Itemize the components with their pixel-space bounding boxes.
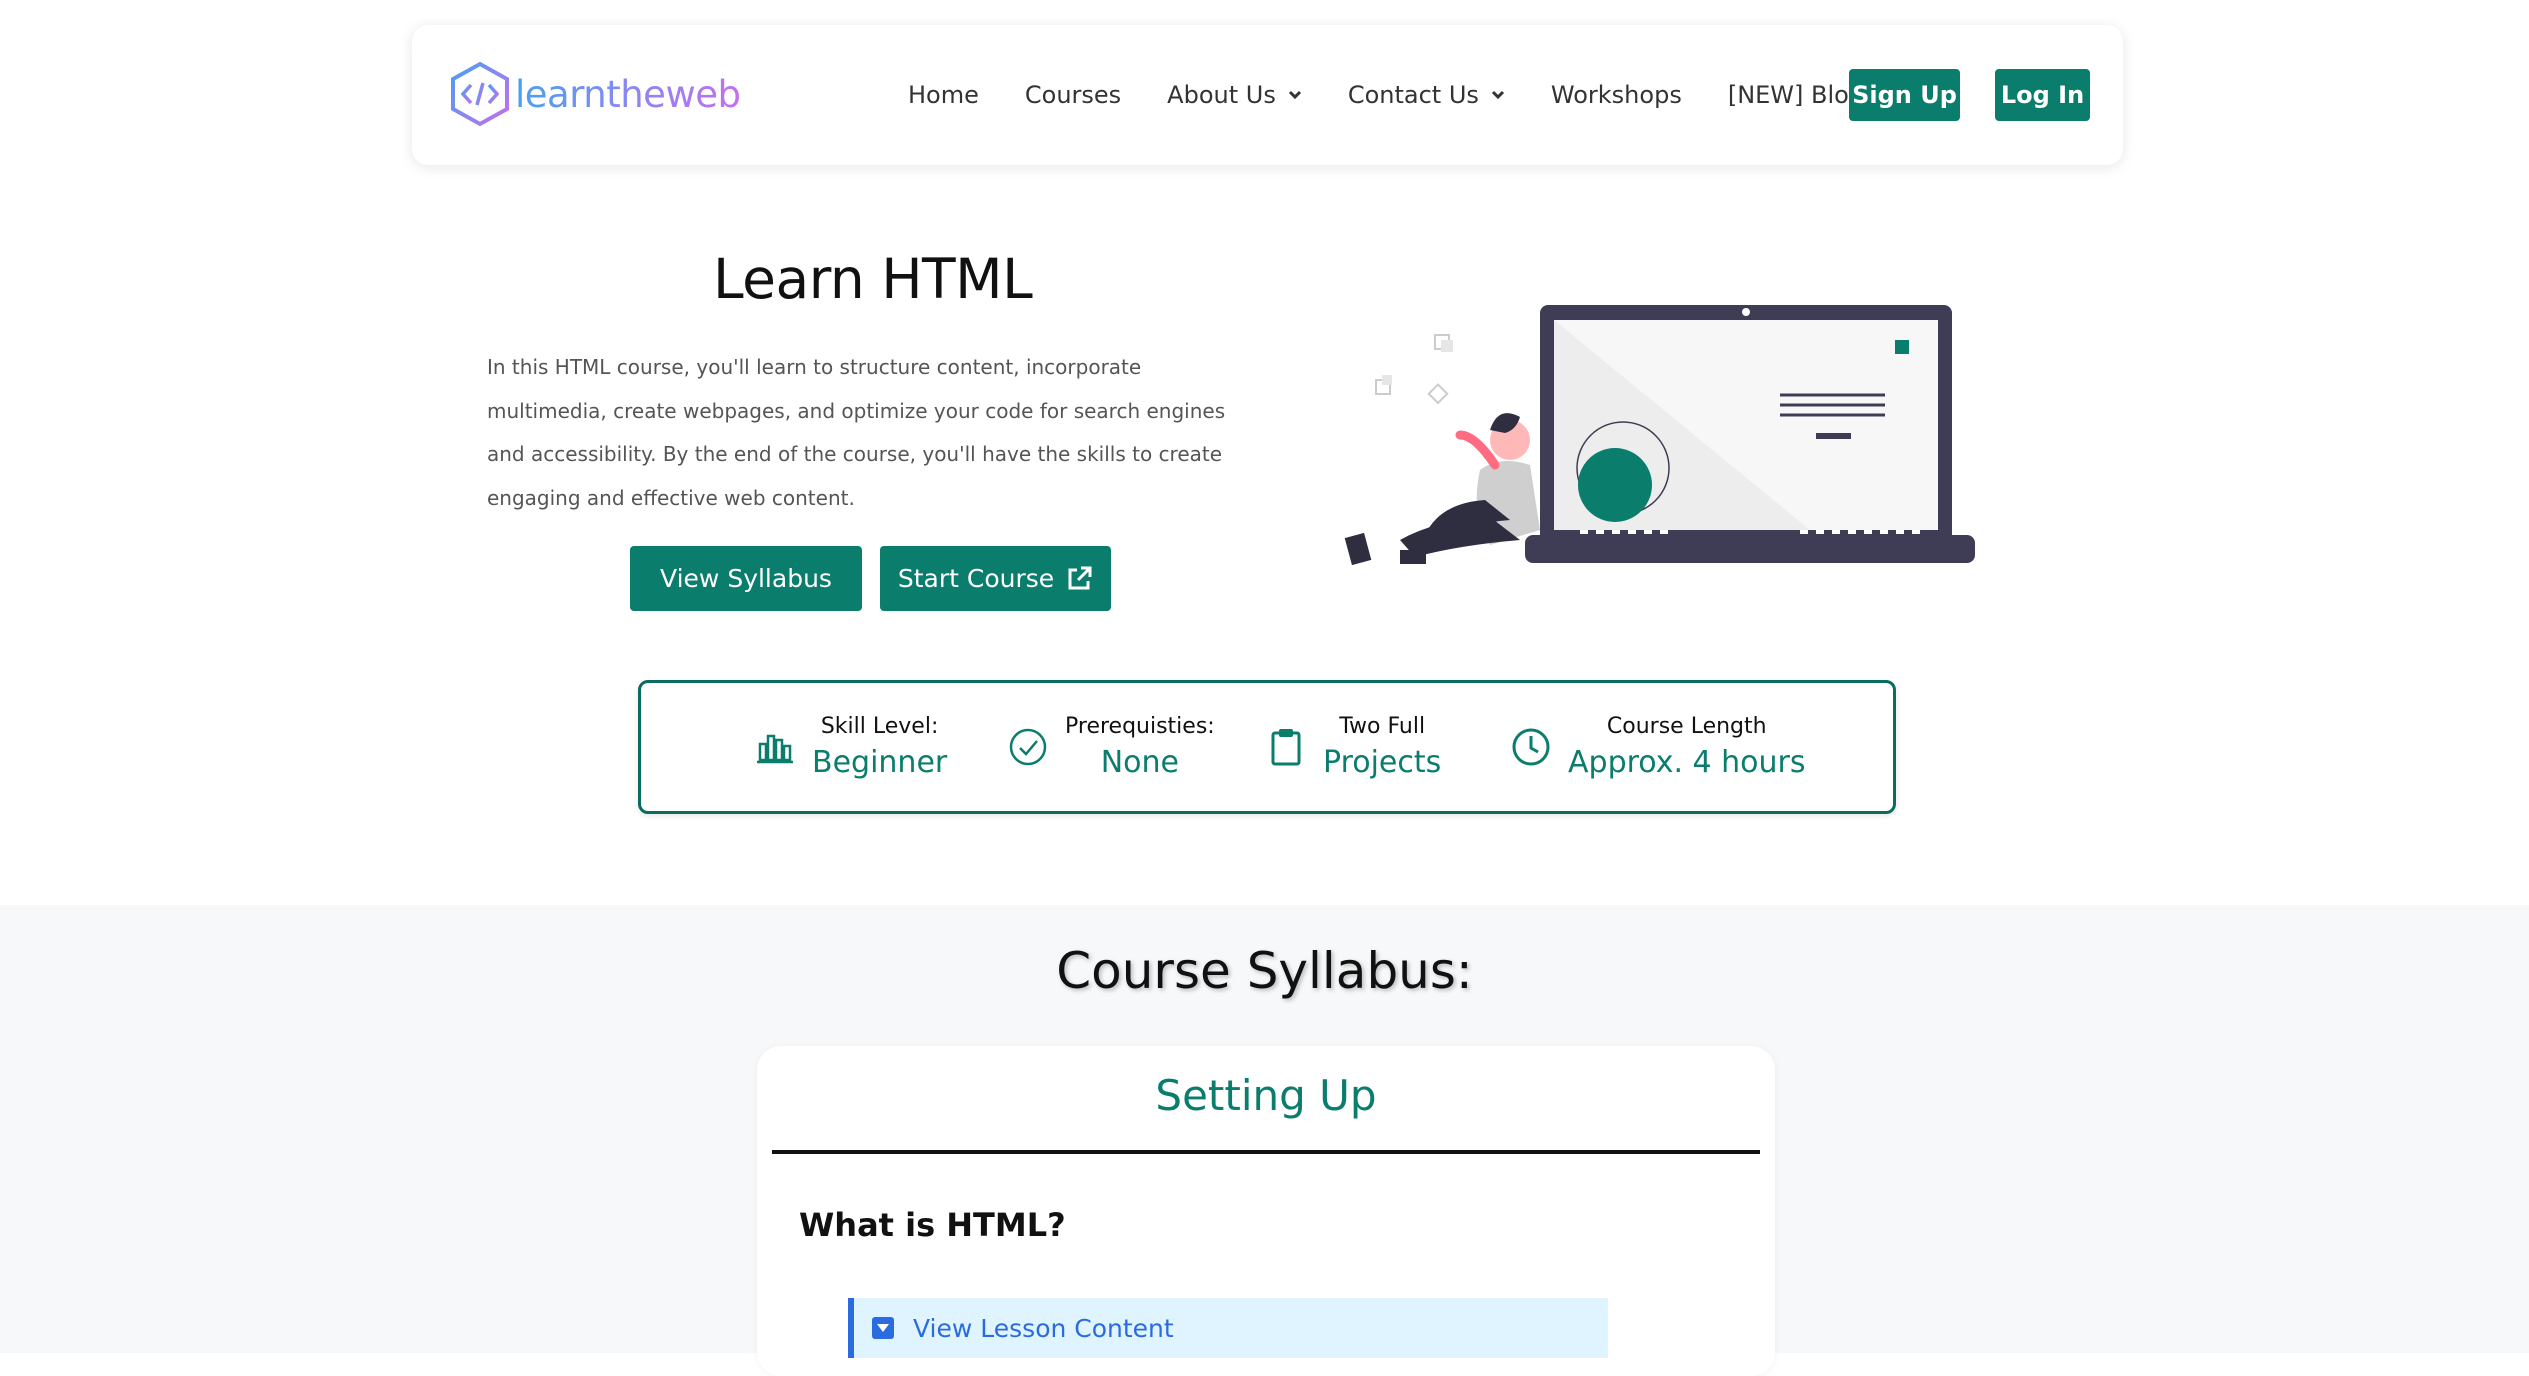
lesson-title: What is HTML? [799, 1206, 1066, 1244]
main-nav: Home Courses About Us Contact Us Worksho… [908, 25, 1910, 165]
site-logo[interactable]: learntheweb [449, 61, 741, 127]
nav-contact-us-label: Contact Us [1347, 81, 1479, 109]
log-in-button[interactable]: Log In [1995, 69, 2090, 121]
hero-illustration [1344, 305, 1975, 566]
section-title: Setting Up [1155, 1071, 1377, 1120]
page-title: Learn HTML [713, 247, 1033, 311]
start-course-button[interactable]: Start Course [880, 546, 1111, 611]
sign-up-button[interactable]: Sign Up [1849, 69, 1960, 121]
syllabus-title: Course Syllabus: [1056, 942, 1473, 1000]
caret-down-square-icon [872, 1317, 894, 1339]
syllabus-card: Setting Up What is HTML? View Lesson Con… [757, 1046, 1775, 1376]
stat-label: Two Full [1339, 714, 1426, 739]
view-lesson-content-toggle[interactable]: View Lesson Content [848, 1298, 1608, 1358]
toggle-label: View Lesson Content [913, 1313, 1174, 1343]
stat-prerequisites: Prerequisties: None [1007, 683, 1215, 811]
external-link-icon [1068, 566, 1092, 590]
site-header: learntheweb Home Courses About Us Contac… [412, 25, 2123, 165]
course-stats: Skill Level: Beginner Prerequisties: Non… [638, 680, 1896, 814]
bar-chart-icon [757, 734, 793, 764]
nav-home-label: Home [908, 81, 979, 109]
nav-blog-label: [NEW] Blog [1727, 81, 1865, 109]
nav-about-us-label: About Us [1167, 81, 1276, 109]
stat-value: Beginner [812, 745, 948, 780]
stat-value: Projects [1323, 745, 1442, 780]
nav-contact-us[interactable]: Contact Us [1348, 81, 1505, 109]
view-syllabus-button[interactable]: View Syllabus [630, 546, 862, 611]
nav-workshops[interactable]: Workshops [1551, 81, 1682, 109]
stat-label: Skill Level: [820, 714, 939, 739]
stat-label: Course Length [1606, 714, 1767, 739]
chevron-down-icon [1288, 90, 1301, 100]
clock-icon [1512, 728, 1550, 766]
nav-blog[interactable]: [NEW] Blog [1728, 81, 1864, 109]
stat-course-length: Course Length Approx. 4 hours [1510, 683, 1806, 811]
nav-about-us[interactable]: About Us [1167, 81, 1302, 109]
chevron-down-icon [1491, 90, 1504, 100]
nav-courses-label: Courses [1024, 81, 1122, 109]
logo-text: learntheweb [515, 72, 741, 116]
stat-value: Approx. 4 hours [1568, 745, 1806, 780]
stat-skill-level: Skill Level: Beginner [754, 683, 947, 811]
stat-label: Prerequisties: [1065, 714, 1215, 739]
section-divider [772, 1150, 1760, 1154]
start-course-label: Start Course [897, 564, 1055, 593]
nav-workshops-label: Workshops [1550, 81, 1682, 109]
course-description: In this HTML course, you'll learn to str… [487, 355, 1226, 510]
check-circle-icon [1009, 728, 1047, 766]
view-syllabus-label: View Syllabus [660, 564, 832, 593]
code-hexagon-icon [451, 61, 509, 127]
stat-value: None [1100, 745, 1179, 780]
stat-projects: Two Full Projects [1265, 683, 1441, 811]
clipboard-icon [1271, 729, 1301, 766]
nav-courses[interactable]: Courses [1025, 81, 1121, 109]
nav-home[interactable]: Home [908, 81, 979, 109]
